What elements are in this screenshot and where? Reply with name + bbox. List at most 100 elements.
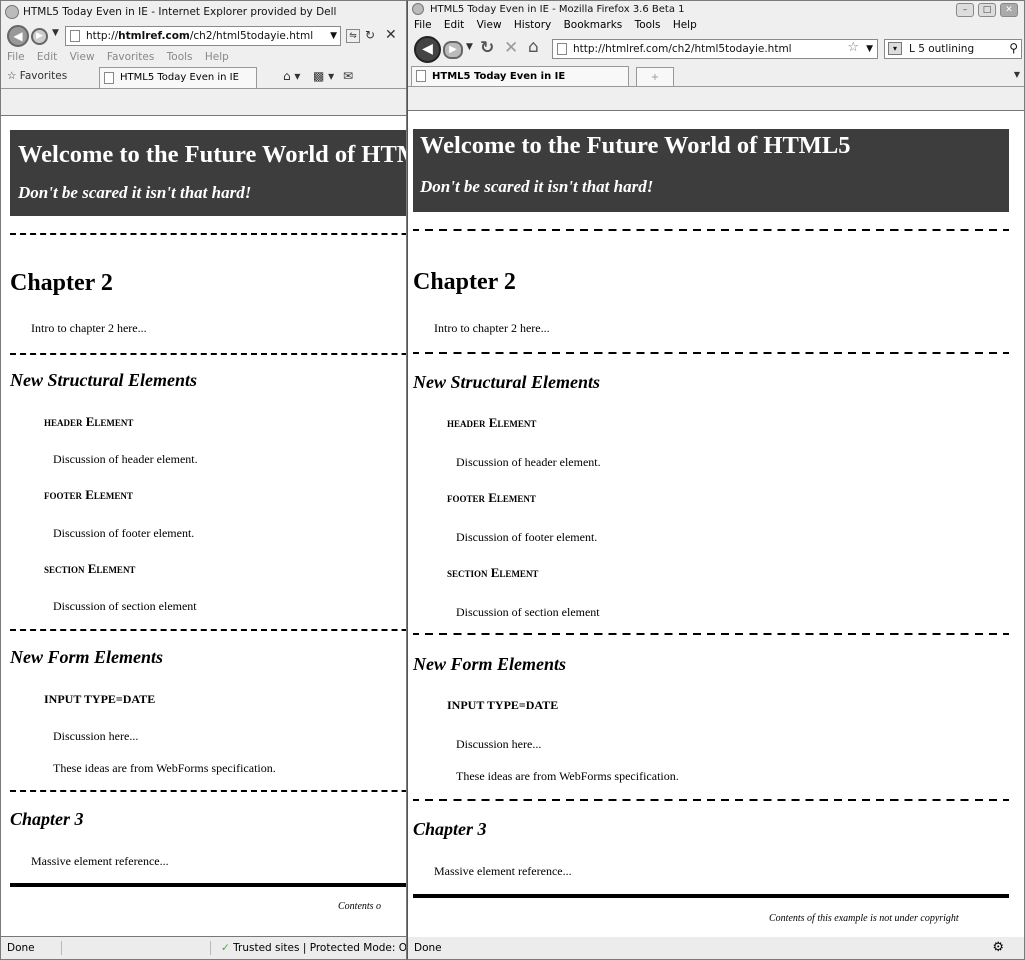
maximize-icon[interactable]: □ xyxy=(978,3,996,17)
forward-icon[interactable]: ▶ xyxy=(443,41,463,59)
ie-section-structural: New Structural Elements xyxy=(10,370,198,390)
ie-titlebar: HTML5 Today Even in IE - Internet Explor… xyxy=(1,1,406,23)
back-icon[interactable]: ◀ xyxy=(7,25,29,47)
ff-menu-view[interactable]: View xyxy=(477,19,502,31)
new-tab-button[interactable]: + xyxy=(636,67,674,86)
ff-header-title: Welcome to the Future World of HTML5 xyxy=(420,132,851,159)
address-dropdown-icon[interactable]: ▼ xyxy=(866,40,873,58)
ie-statusbar: Done ✓ Trusted sites | Protected Mode: O… xyxy=(1,937,406,959)
ie-input-date-heading: INPUT TYPE=DATE xyxy=(44,692,156,706)
ie-divider xyxy=(10,233,406,235)
ff-section-element-desc: Discussion of section element xyxy=(456,605,600,619)
close-icon[interactable]: ✕ xyxy=(1000,3,1018,17)
ff-chapter3-desc: Massive element reference... xyxy=(434,864,572,878)
search-engine-icon[interactable]: ▾ xyxy=(888,42,902,55)
ff-footer-note: Contents of this example is not under co… xyxy=(769,913,959,924)
ie-menu-help[interactable]: Help xyxy=(205,51,229,63)
ff-tab-icon xyxy=(416,70,426,82)
page-icon xyxy=(70,30,80,42)
ie-menu-edit[interactable]: Edit xyxy=(37,51,57,63)
ie-section-element-desc: Discussion of section element xyxy=(53,599,197,613)
back-icon[interactable]: ◀ xyxy=(414,36,441,63)
ff-viewport: Welcome to the Future World of HTML5 Don… xyxy=(408,110,1024,937)
forward-icon[interactable]: ▶ xyxy=(31,28,48,45)
ie-divider xyxy=(10,353,406,355)
ff-menu-edit[interactable]: Edit xyxy=(444,19,464,31)
history-dropdown-icon[interactable]: ▼ xyxy=(466,42,473,52)
ie-status-panes xyxy=(61,941,211,955)
ie-menu-tools[interactable]: Tools xyxy=(167,51,193,63)
ff-menubar: File Edit View History Bookmarks Tools H… xyxy=(408,18,1024,33)
ff-tabbar: HTML5 Today Even in IE + ▼ xyxy=(408,65,1024,87)
ff-input-desc: Discussion here... xyxy=(456,737,542,751)
ie-address-bar[interactable]: http://htmlref.com/ch2/html5todayie.html… xyxy=(65,26,341,46)
ff-section-element-heading: section Element xyxy=(447,565,539,580)
ff-search-box[interactable]: ▾ L 5 outlining ⚲ xyxy=(884,39,1022,59)
reload-icon[interactable]: ↻ xyxy=(480,38,494,58)
refresh-icon[interactable]: ↻ xyxy=(365,28,375,42)
ie-tabbar: ☆ Favorites HTML5 Today Even in IE ⌂ ▾ ▩… xyxy=(1,65,406,89)
address-dropdown-icon[interactable]: ▼ xyxy=(330,27,337,45)
stop-icon[interactable]: ✕ xyxy=(504,38,518,58)
ie-chapter2-intro: Intro to chapter 2 here... xyxy=(31,321,147,335)
home-icon[interactable]: ⌂ xyxy=(528,37,539,57)
ie-favorites-label: Favorites xyxy=(19,70,68,82)
ff-menu-history[interactable]: History xyxy=(514,19,551,31)
ie-section-element-heading: section Element xyxy=(44,561,136,576)
compatibility-icon[interactable]: ⇋ xyxy=(346,29,360,43)
ie-menu-favorites[interactable]: Favorites xyxy=(107,51,154,63)
ie-menu-view[interactable]: View xyxy=(70,51,95,63)
page-icon xyxy=(557,43,567,55)
ie-status-zone[interactable]: ✓ Trusted sites | Protected Mode: Off xyxy=(221,937,406,959)
new-tab-icon: + xyxy=(650,72,660,83)
search-icon[interactable]: ⚲ xyxy=(1009,40,1018,57)
tab-list-icon[interactable]: ▼ xyxy=(1014,70,1020,79)
ff-page-header: Welcome to the Future World of HTML5 Don… xyxy=(413,129,1009,212)
ff-divider xyxy=(413,352,1009,354)
ie-divider xyxy=(10,629,406,631)
ie-footer-rule xyxy=(10,883,406,887)
ff-navbar: ◀ ▶ ▼ ↻ ✕ ⌂ http://htmlref.com/ch2/html5… xyxy=(408,33,1024,65)
ie-status-zone-label: Trusted sites | Protected Mode: Off xyxy=(233,942,406,954)
ff-footer-element-heading: footer Element xyxy=(447,490,536,505)
ff-section-structural: New Structural Elements xyxy=(413,372,601,392)
ff-footer-rule xyxy=(413,894,1009,898)
ff-menu-help[interactable]: Help xyxy=(673,19,697,31)
ie-window: HTML5 Today Even in IE - Internet Explor… xyxy=(0,0,407,960)
favorites-star-icon: ☆ xyxy=(7,70,17,82)
ff-input-note: These ideas are from WebForms specificat… xyxy=(456,769,679,783)
recent-pages-chevron-icon[interactable]: ▼ xyxy=(52,28,59,38)
minimize-icon[interactable]: – xyxy=(956,3,974,17)
ff-footer-element-desc: Discussion of footer element. xyxy=(456,530,598,544)
firefox-logo-icon xyxy=(412,3,424,15)
ie-url-host: htmlref.com xyxy=(118,30,190,42)
ie-input-note: These ideas are from WebForms specificat… xyxy=(53,761,276,775)
home-icon[interactable]: ⌂ ▾ xyxy=(283,69,300,83)
ff-menu-bookmarks[interactable]: Bookmarks xyxy=(564,19,623,31)
addon-bug-icon[interactable]: ⚙ xyxy=(992,937,1004,959)
feeds-icon[interactable]: ▩ ▾ xyxy=(313,69,334,83)
ie-divider xyxy=(10,790,406,792)
ff-chapter3-heading: Chapter 3 xyxy=(413,819,487,839)
ff-divider xyxy=(413,799,1009,801)
ie-footer-element-desc: Discussion of footer element. xyxy=(53,526,195,540)
ie-favorites-button[interactable]: ☆ Favorites xyxy=(7,70,67,82)
ff-titlebar: HTML5 Today Even in IE - Mozilla Firefox… xyxy=(408,1,1024,18)
stop-icon[interactable]: ✕ xyxy=(385,27,397,43)
ff-header-element-desc: Discussion of header element. xyxy=(456,455,601,469)
ie-tab-label: HTML5 Today Even in IE xyxy=(120,72,239,83)
ff-menu-tools[interactable]: Tools xyxy=(635,19,661,31)
ie-menu-file[interactable]: File xyxy=(7,51,25,63)
ie-status-done: Done xyxy=(7,942,35,954)
ff-tab[interactable]: HTML5 Today Even in IE xyxy=(411,66,629,86)
bookmark-star-icon[interactable]: ☆ xyxy=(847,40,859,57)
ff-menu-file[interactable]: File xyxy=(414,19,432,31)
ff-address-bar[interactable]: http://htmlref.com/ch2/html5todayie.html… xyxy=(552,39,878,59)
ie-tab[interactable]: HTML5 Today Even in IE xyxy=(99,67,257,88)
ie-viewport: Welcome to the Future World of HTML5 Don… xyxy=(1,115,406,937)
ie-header-subtitle: Don't be scared it isn't that hard! xyxy=(18,183,252,202)
ff-input-date-heading: INPUT TYPE=DATE xyxy=(447,698,559,712)
mail-icon[interactable]: ✉ xyxy=(343,69,353,83)
ie-section-forms: New Form Elements xyxy=(10,647,164,667)
ff-url: http://htmlref.com/ch2/html5todayie.html xyxy=(573,43,792,55)
